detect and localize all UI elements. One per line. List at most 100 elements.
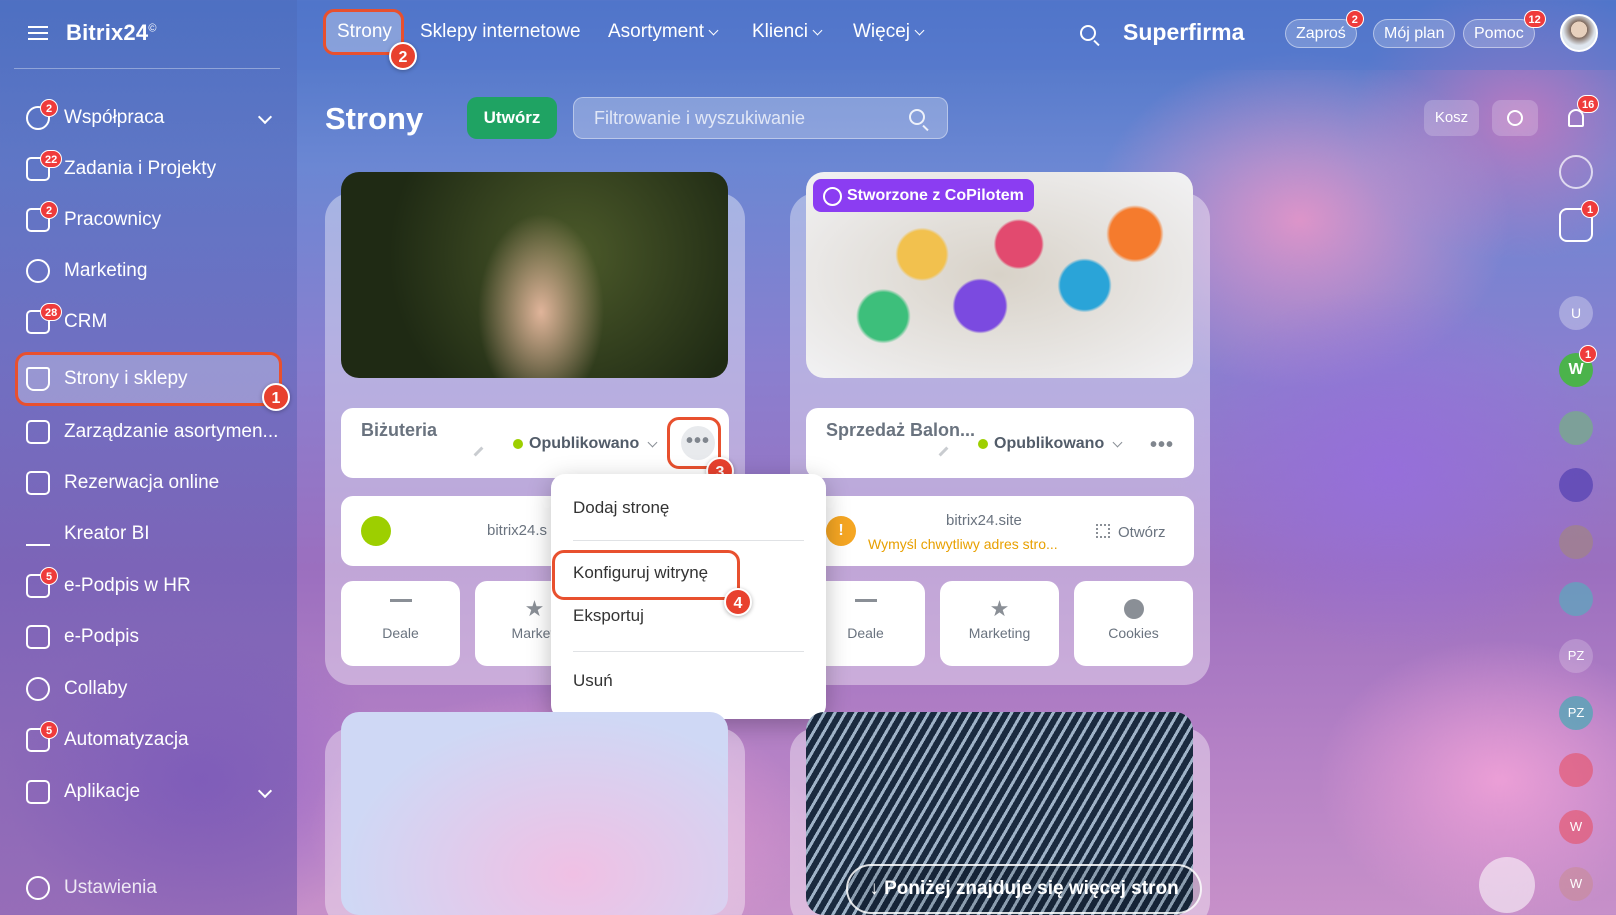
bell-icon[interactable]: 16 [1559, 95, 1600, 135]
chat-icon[interactable]: 1 [1559, 200, 1599, 242]
invite-button[interactable]: Zaproś 2 [1285, 10, 1364, 48]
search-input[interactable]: Filtrowanie i wyszukiwanie [573, 97, 948, 139]
menu-item-delete[interactable]: Usuń [573, 671, 613, 691]
collaby-icon [26, 677, 50, 701]
settings-button[interactable] [1492, 100, 1538, 136]
tile-deale[interactable]: Deale [341, 581, 460, 666]
sidebar-item-automatyzacja[interactable]: 5 Automatyzacja [26, 720, 286, 760]
sidebar-item-pracownicy[interactable]: 2 Pracownicy [26, 200, 286, 240]
filter-icon [389, 599, 412, 619]
site-url[interactable]: bitrix24.site [946, 512, 1022, 529]
more-button[interactable]: ••• [1150, 434, 1174, 457]
sidebar-item-crm[interactable]: 28 CRM [26, 302, 286, 342]
brand-name[interactable]: Bitrix24© [66, 20, 157, 46]
avatar[interactable] [1559, 525, 1593, 559]
avatar[interactable]: W [1559, 867, 1593, 901]
star-icon: ★ [989, 596, 1010, 621]
avatar[interactable] [1559, 411, 1593, 445]
search-icon[interactable] [1080, 25, 1096, 41]
star-icon: ★ [524, 596, 545, 621]
tab-wiecej[interactable]: Więcej [853, 21, 925, 43]
highlight-configure [552, 550, 740, 600]
chevron-down-icon [708, 25, 719, 35]
gear-icon [1507, 110, 1523, 126]
sidebar-item-ustawienia[interactable]: Ustawienia [26, 868, 286, 908]
url-hint[interactable]: Wymyśl chwytliwy adres stro... [868, 536, 1058, 552]
avatar[interactable] [1559, 582, 1593, 616]
copilot-badge: Stworzone z CoPilotem [813, 179, 1034, 212]
menu-item-add-page[interactable]: Dodaj stronę [573, 498, 669, 518]
step-marker-1: 1 [262, 383, 290, 411]
tile-cookies[interactable]: Cookies [1074, 581, 1193, 666]
sidebar-item-kreator-bi[interactable]: Kreator BI [26, 514, 286, 554]
link-icon [361, 516, 391, 546]
site-info-row: Sprzedaż Balon... Opublikowano ••• [806, 408, 1194, 478]
tab-sklepy[interactable]: Sklepy internetowe [420, 21, 581, 43]
collaboration-icon: 2 [26, 99, 58, 130]
sidebar-item-aplikacje[interactable]: Aplikacje [26, 772, 286, 812]
menu-item-export[interactable]: Eksportuj [573, 606, 644, 626]
chevron-down-icon [647, 437, 658, 447]
avatar[interactable]: W1 [1559, 345, 1597, 387]
step-marker-2: 2 [389, 42, 417, 70]
page-title: Strony [325, 101, 424, 136]
brand: Bitrix24© [28, 20, 157, 46]
sidebar-item-strony-i-sklepy[interactable]: Strony i sklepy [26, 359, 286, 399]
sidebar-item-rezerwacja[interactable]: Rezerwacja online [26, 463, 286, 503]
site-url[interactable]: bitrix24.s [487, 522, 547, 539]
step-marker-4: 4 [724, 588, 752, 616]
robot-icon: 5 [26, 721, 58, 752]
tile-marketing[interactable]: ★ Marketing [940, 581, 1059, 666]
menu-icon[interactable] [28, 26, 48, 40]
company-name[interactable]: Superfirma [1123, 19, 1244, 46]
trash-button[interactable]: Kosz [1424, 100, 1479, 136]
avatar[interactable]: W [1559, 810, 1593, 844]
status-dropdown[interactable]: Opublikowano [978, 435, 1123, 453]
site-title[interactable]: Sprzedaż Balon... [826, 420, 975, 441]
calendar-icon [26, 471, 50, 495]
gear-icon [26, 876, 50, 900]
tab-strony[interactable]: Strony [337, 21, 392, 43]
chevron-down-icon[interactable] [257, 783, 273, 799]
help-button[interactable]: Pomoc 12 [1463, 10, 1546, 48]
edit-icon[interactable] [473, 446, 484, 457]
site-title[interactable]: Biżuteria [361, 420, 437, 441]
sidebar-item-marketing[interactable]: Marketing [26, 251, 286, 291]
sidebar-item-zadania[interactable]: 22 Zadania i Projekty [26, 149, 286, 189]
menu-divider [573, 540, 804, 541]
status-dot-icon [513, 439, 523, 449]
avatar[interactable]: PZ [1559, 639, 1593, 673]
chevron-down-icon [914, 25, 925, 35]
sidebar-item-wspolpraca[interactable]: 2 Współpraca [26, 98, 286, 138]
tab-asortyment[interactable]: Asortyment [608, 21, 719, 43]
status-dot-icon [978, 439, 988, 449]
bar-chart-icon [26, 522, 50, 546]
sidebar-item-asortyment[interactable]: Zarządzanie asortymen... [26, 412, 286, 452]
chevron-down-icon[interactable] [257, 109, 273, 125]
crm-icon: 28 [26, 303, 63, 334]
search-icon [909, 109, 925, 125]
edit-icon[interactable] [938, 446, 949, 457]
more-pages-button[interactable]: ↓ Poniżej znajduje się więcej stron [846, 864, 1202, 914]
avatar[interactable]: PZ [1559, 696, 1593, 730]
avatar[interactable] [1560, 14, 1598, 52]
sidebar-item-collaby[interactable]: Collaby [26, 669, 286, 709]
sidebar-divider [14, 68, 280, 69]
status-dropdown[interactable]: Opublikowano [513, 435, 658, 453]
marketing-icon [26, 259, 50, 283]
tab-klienci[interactable]: Klienci [752, 21, 823, 43]
open-button[interactable]: Otwórz [1096, 524, 1166, 541]
qr-icon [1096, 524, 1110, 538]
target-icon[interactable] [1559, 155, 1593, 189]
sidebar-item-epodpis-hr[interactable]: 5 e-Podpis w HR [26, 566, 286, 606]
create-button[interactable]: Utwórz [467, 97, 557, 139]
site-thumbnail[interactable] [341, 712, 728, 915]
menu-list-icon[interactable] [1479, 857, 1535, 913]
video-icon[interactable] [1559, 753, 1593, 787]
inventory-icon [26, 420, 50, 444]
avatar[interactable] [1559, 468, 1593, 502]
sidebar-item-epodpis[interactable]: e-Podpis [26, 617, 286, 657]
my-plan-button[interactable]: Mój plan [1373, 19, 1456, 48]
avatar[interactable]: U [1559, 296, 1593, 330]
site-thumbnail[interactable] [341, 172, 728, 378]
